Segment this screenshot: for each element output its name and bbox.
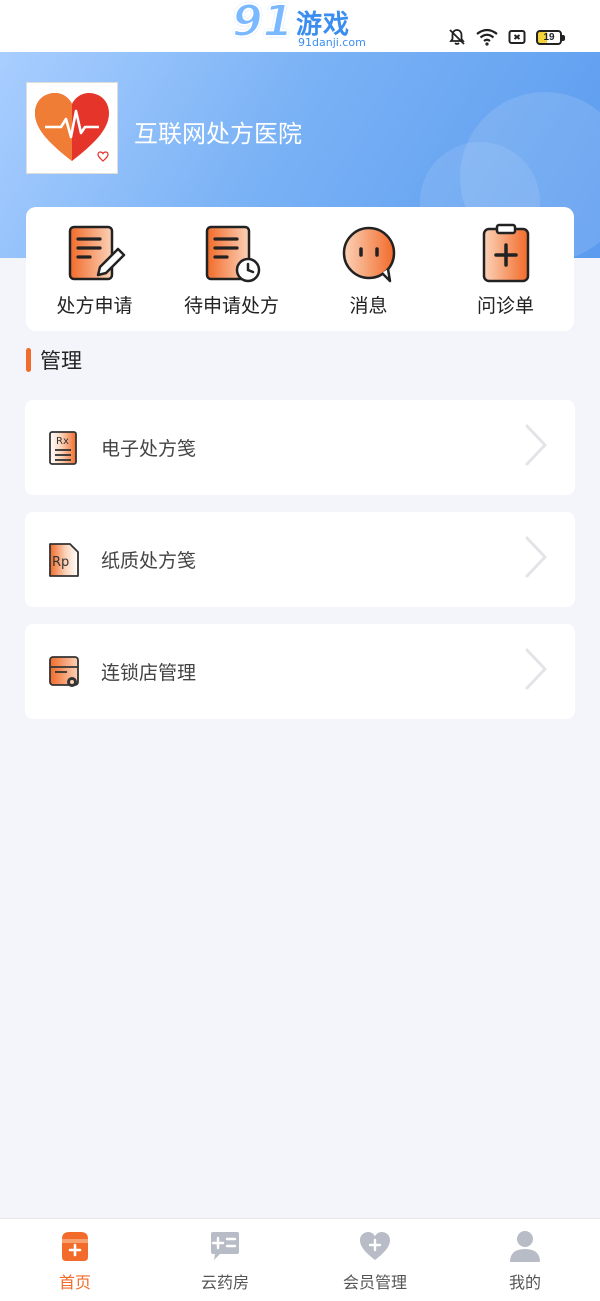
- quick-action-consultation-form[interactable]: 问诊单: [441, 223, 571, 318]
- list-item-label: 纸质处方笺: [101, 550, 197, 572]
- section-title: 管理: [26, 345, 82, 375]
- message-icon: [342, 226, 395, 283]
- prescription-edit-icon: [68, 225, 125, 281]
- quick-action-messages[interactable]: 消息: [304, 223, 434, 318]
- hospital-name: 互联网处方医院: [134, 120, 302, 148]
- section-accent-bar: [26, 348, 31, 372]
- quick-action-label: 处方申请: [56, 295, 133, 317]
- chevron-right-icon: [525, 536, 547, 578]
- prescription-pending-icon: [205, 225, 260, 283]
- management-list: Rx 电子处方笺 Rp 纸质处方笺 连锁店管理: [25, 400, 575, 736]
- battery-icon: 19: [536, 29, 565, 45]
- sim-icon: [508, 30, 526, 44]
- quick-action-pending-prescription[interactable]: 待申请处方: [167, 223, 297, 318]
- hospital-logo: [26, 82, 118, 174]
- nav-label: 首页: [58, 1273, 91, 1292]
- status-icons: 19: [448, 26, 565, 48]
- section-title-text: 管理: [40, 349, 82, 373]
- quick-action-prescription-apply[interactable]: 处方申请: [30, 223, 160, 318]
- svg-text:Rx: Rx: [56, 436, 69, 447]
- list-item-label: 连锁店管理: [101, 662, 197, 684]
- chevron-right-icon: [525, 424, 547, 466]
- watermark-logo: 91 游戏 91danji.com: [231, 0, 372, 52]
- consultation-form-icon: [482, 223, 529, 283]
- store-settings-icon: [49, 655, 79, 687]
- quick-action-label: 消息: [349, 295, 388, 317]
- nav-label: 云药房: [200, 1273, 249, 1292]
- rx-document-icon: Rx: [49, 430, 77, 465]
- nav-tab-profile[interactable]: 我的: [450, 1219, 600, 1301]
- quick-action-label: 待申请处方: [183, 295, 279, 317]
- cloud-pharmacy-icon: [211, 1232, 239, 1260]
- list-item-electronic-prescription[interactable]: Rx 电子处方笺: [25, 400, 575, 495]
- nav-tab-home[interactable]: 首页: [0, 1219, 150, 1301]
- nav-label: 我的: [508, 1273, 541, 1292]
- nav-tab-member-management[interactable]: 会员管理: [300, 1219, 450, 1301]
- bottom-nav: 首页 云药房 会员管理 我的: [0, 1218, 600, 1301]
- quick-action-label: 问诊单: [476, 295, 534, 317]
- svg-text:Rp: Rp: [52, 555, 69, 570]
- nav-tab-cloud-pharmacy[interactable]: 云药房: [150, 1219, 300, 1301]
- rp-paper-icon: Rp: [49, 542, 79, 577]
- status-bar: 91 游戏 91danji.com 19: [0, 0, 600, 52]
- wifi-icon: [476, 28, 498, 46]
- heart-pulse-icon: [35, 93, 109, 162]
- list-item-paper-prescription[interactable]: Rp 纸质处方笺: [25, 512, 575, 607]
- list-item-chain-store-management[interactable]: 连锁店管理: [25, 624, 575, 719]
- user-icon: [510, 1231, 540, 1262]
- member-heart-icon: [360, 1232, 390, 1260]
- quick-actions-card: 处方申请 待申请处方 消息 问诊单: [26, 207, 574, 331]
- list-item-label: 电子处方笺: [101, 438, 197, 460]
- watermark-url: 91danji.com: [298, 36, 366, 49]
- bell-off-icon: [449, 29, 465, 45]
- chevron-right-icon: [525, 648, 547, 690]
- home-icon: [62, 1232, 88, 1261]
- nav-label: 会员管理: [342, 1273, 407, 1292]
- watermark-number: 91: [231, 0, 294, 48]
